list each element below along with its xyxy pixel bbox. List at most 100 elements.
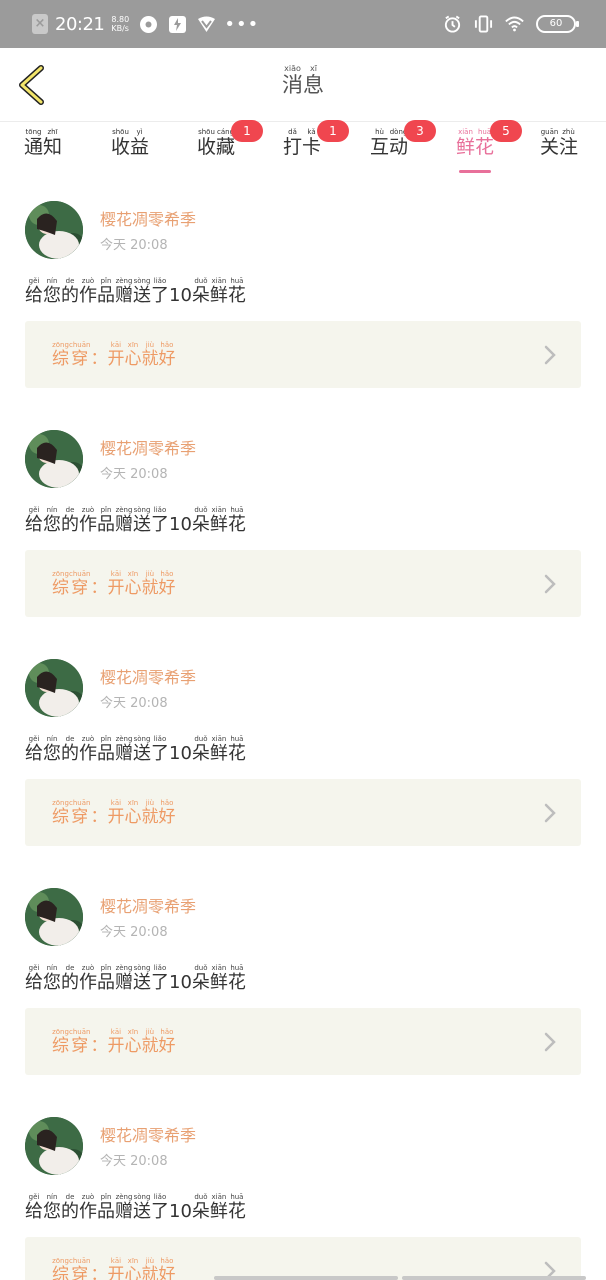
ruby-char: 品pǐn bbox=[97, 735, 115, 764]
work-title: 综zōng穿chuān：开kāi心xīn就jiù好hǎo bbox=[52, 570, 175, 598]
message-card: 樱花凋零希季 今天 20:08 给gěi您nín的de作zuò品pǐn赠zèng… bbox=[0, 1096, 606, 1280]
ruby-char: 综zōng bbox=[52, 1257, 69, 1280]
horizontal-scrollbar[interactable] bbox=[214, 1276, 398, 1280]
ruby-char: 动dòng bbox=[389, 128, 409, 158]
message-time: 今天 20:08 bbox=[100, 1154, 168, 1169]
ruby-char: 了liǎo bbox=[151, 1193, 169, 1222]
sender-name[interactable]: 樱花凋零希季 bbox=[100, 1122, 196, 1146]
ruby-char: 开kāi bbox=[107, 341, 125, 369]
message-time: 今天 20:08 bbox=[100, 925, 168, 940]
ruby-char: 给gěi bbox=[25, 506, 43, 535]
ruby-char: 鲜xiān bbox=[209, 1193, 228, 1222]
ruby-char: 就jiù bbox=[141, 799, 159, 827]
ruby-char: 综zōng bbox=[52, 799, 69, 827]
ruby-char: 送sòng bbox=[133, 506, 151, 535]
sender-name[interactable]: 樱花凋零希季 bbox=[100, 435, 196, 459]
tab-favorites[interactable]: 收shōu藏cáng 1 bbox=[197, 120, 263, 174]
work-link[interactable]: 综zōng穿chuān：开kāi心xīn就jiù好hǎo bbox=[25, 1008, 581, 1075]
ruby-char: 收shōu bbox=[111, 128, 131, 158]
ruby-char: ： bbox=[90, 1265, 108, 1280]
ruby-char: 互hù bbox=[370, 128, 390, 158]
chevron-right-icon bbox=[544, 803, 556, 823]
vee-app-icon bbox=[197, 15, 216, 34]
tab-flowers[interactable]: 鲜xiān花huā 5 bbox=[456, 120, 522, 174]
ruby-char: 作zuò bbox=[79, 964, 97, 993]
tab-label: 通tōng知zhī bbox=[24, 128, 62, 158]
ruby-char: 开kāi bbox=[107, 1028, 125, 1056]
tab-interaction[interactable]: 互hù动dòng 3 bbox=[370, 120, 436, 174]
ruby-char: 了liǎo bbox=[151, 735, 169, 764]
ruby-char: 送sòng bbox=[133, 1193, 151, 1222]
ruby-char: 赠zèng bbox=[115, 1193, 133, 1222]
work-link[interactable]: 综zōng穿chuān：开kāi心xīn就jiù好hǎo bbox=[25, 1237, 581, 1280]
ruby-char: 关guān bbox=[540, 128, 560, 158]
work-title: 综zōng穿chuān：开kāi心xīn就jiù好hǎo bbox=[52, 341, 175, 369]
message-card: 樱花凋零希季 今天 20:08 给gěi您nín的de作zuò品pǐn赠zèng… bbox=[0, 638, 606, 867]
ruby-char: ： bbox=[90, 1036, 108, 1056]
tab-notice[interactable]: 通tōng知zhī bbox=[24, 128, 62, 174]
ruby-char: 给gěi bbox=[25, 964, 43, 993]
avatar[interactable] bbox=[25, 888, 83, 946]
vibrate-icon bbox=[474, 15, 493, 34]
avatar[interactable] bbox=[25, 1117, 83, 1175]
unread-badge: 1 bbox=[317, 120, 349, 142]
ruby-char: 花huā bbox=[227, 735, 246, 764]
tab-follow[interactable]: 关guān注zhù bbox=[540, 128, 578, 174]
ruby-char: 鲜xiān bbox=[456, 128, 476, 158]
unread-badge: 5 bbox=[490, 120, 522, 142]
ruby-char: 作zuò bbox=[79, 506, 97, 535]
work-title: 综zōng穿chuān：开kāi心xīn就jiù好hǎo bbox=[52, 1028, 175, 1056]
ruby-char: 您nín bbox=[43, 735, 61, 764]
message-text: 给gěi您nín的de作zuò品pǐn赠zèng送sòng了liǎo10朵duǒ… bbox=[25, 506, 246, 536]
ruby-char: 心xīn bbox=[124, 1028, 142, 1056]
ruby-char: 心xīn bbox=[124, 341, 142, 369]
ruby-char: ： bbox=[90, 807, 108, 827]
ruby-char: 给gěi bbox=[25, 735, 43, 764]
sender-name[interactable]: 樱花凋零希季 bbox=[100, 664, 196, 688]
sender-name[interactable]: 樱花凋零希季 bbox=[100, 206, 196, 230]
message-text: 给gěi您nín的de作zuò品pǐn赠zèng送sòng了liǎo10朵duǒ… bbox=[25, 277, 246, 307]
message-card: 樱花凋零希季 今天 20:08 给gěi您nín的de作zuò品pǐn赠zèng… bbox=[0, 180, 606, 409]
avatar[interactable] bbox=[25, 659, 83, 717]
ruby-char: 的de bbox=[61, 277, 79, 306]
ruby-char: 好hǎo bbox=[158, 570, 176, 598]
ruby-char: 的de bbox=[61, 964, 79, 993]
ruby-char: 花huā bbox=[227, 1193, 246, 1222]
ruby-char: 花huā bbox=[475, 128, 495, 158]
work-link[interactable]: 综zōng穿chuān：开kāi心xīn就jiù好hǎo bbox=[25, 779, 581, 846]
ruby-char: 10 bbox=[169, 743, 192, 764]
avatar[interactable] bbox=[25, 201, 83, 259]
network-speed-unit: KB/s bbox=[111, 24, 129, 33]
ruby-char: 朵duǒ bbox=[191, 1193, 210, 1222]
unread-badge: 3 bbox=[404, 120, 436, 142]
chevron-right-icon bbox=[544, 345, 556, 365]
horizontal-scrollbar[interactable] bbox=[402, 1276, 586, 1280]
tab-checkin[interactable]: 打dǎ卡kǎ 1 bbox=[283, 120, 349, 174]
ruby-char: 送sòng bbox=[133, 277, 151, 306]
message-card: 樱花凋零希季 今天 20:08 给gěi您nín的de作zuò品pǐn赠zèng… bbox=[0, 409, 606, 638]
ruby-char: 了liǎo bbox=[151, 506, 169, 535]
ruby-char: 给gěi bbox=[25, 1193, 43, 1222]
status-time: 20:21 bbox=[55, 13, 105, 35]
ruby-char: 送sòng bbox=[133, 964, 151, 993]
message-list: 樱花凋零希季 今天 20:08 给gěi您nín的de作zuò品pǐn赠zèng… bbox=[0, 180, 606, 1280]
ruby-char: 穿chuān bbox=[69, 1028, 91, 1056]
ruby-char: 就jiù bbox=[141, 1257, 159, 1280]
ruby-char: 作zuò bbox=[79, 277, 97, 306]
work-link[interactable]: 综zōng穿chuān：开kāi心xīn就jiù好hǎo bbox=[25, 550, 581, 617]
avatar[interactable] bbox=[25, 430, 83, 488]
ruby-char: 开kāi bbox=[107, 799, 125, 827]
battery-level: 60 bbox=[549, 18, 563, 29]
tab-earnings[interactable]: 收shōu益yì bbox=[111, 128, 149, 174]
ruby-char: 综zōng bbox=[52, 341, 69, 369]
ruby-char: ： bbox=[90, 578, 108, 598]
ruby-char: 您nín bbox=[43, 277, 61, 306]
message-text: 给gěi您nín的de作zuò品pǐn赠zèng送sòng了liǎo10朵duǒ… bbox=[25, 1193, 246, 1223]
ruby-char: 10 bbox=[169, 514, 192, 535]
ruby-char: 的de bbox=[61, 1193, 79, 1222]
status-bar-left: × 20:21 8.80 KB/s ••• bbox=[32, 12, 259, 36]
ruby-char: 的de bbox=[61, 735, 79, 764]
work-link[interactable]: 综zōng穿chuān：开kāi心xīn就jiù好hǎo bbox=[25, 321, 581, 388]
sender-name[interactable]: 樱花凋零希季 bbox=[100, 893, 196, 917]
ruby-char: 10 bbox=[169, 1201, 192, 1222]
